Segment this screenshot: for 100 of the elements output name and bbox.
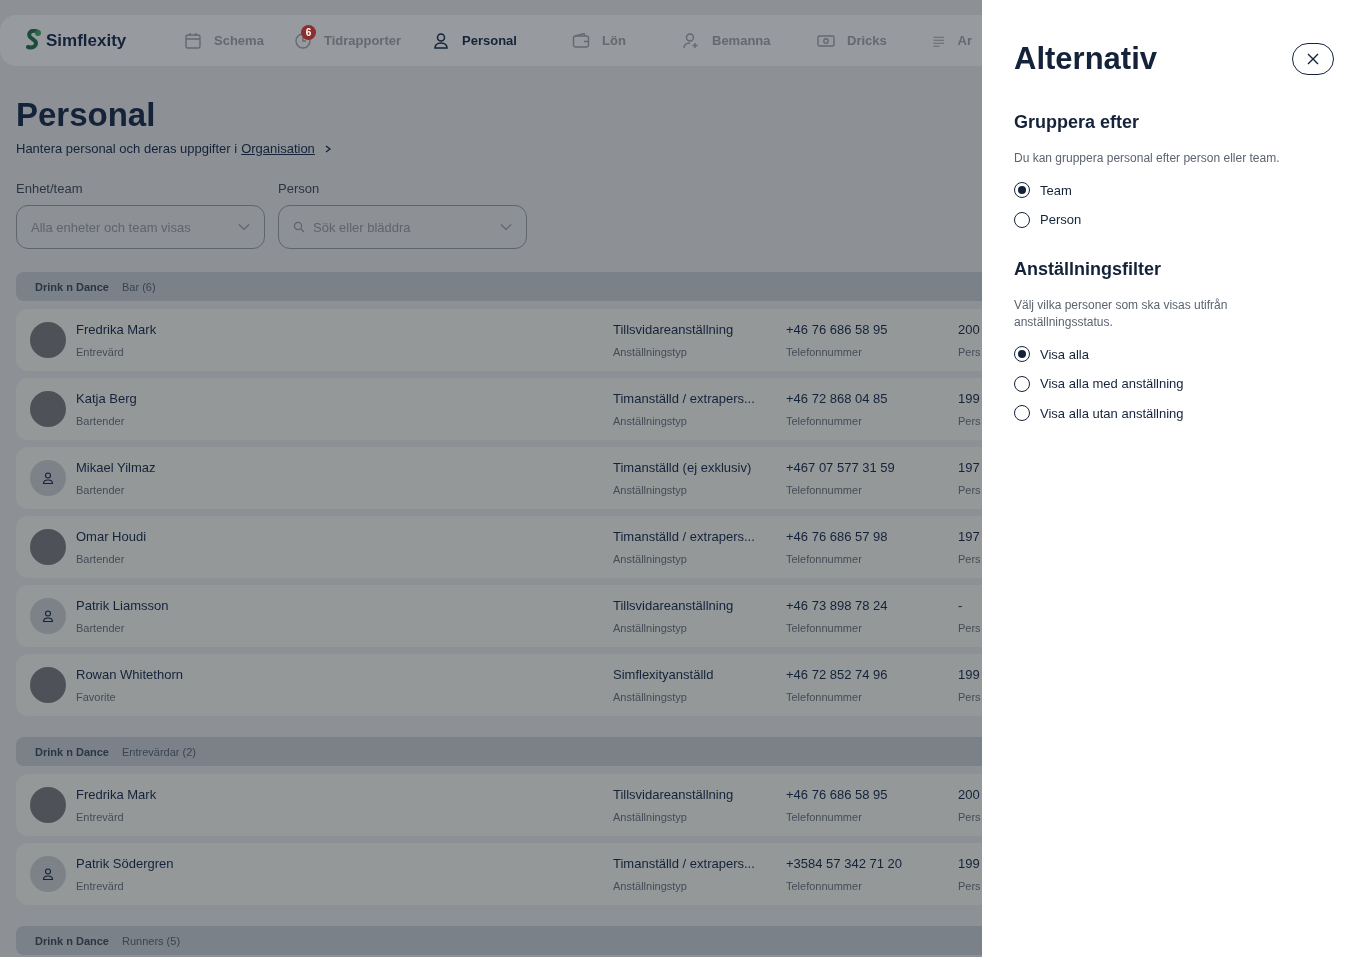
group-team: Entrevärdar (2): [121, 744, 196, 760]
page-subtitle: Hantera personal och deras uppgifter i: [16, 140, 238, 159]
radio-option[interactable]: Visa alla med anställning: [1014, 374, 1323, 394]
page-title: Personal: [16, 95, 157, 135]
column-3-label: Pers: [958, 551, 982, 567]
phone-number: +46 76 686 57 98: [786, 528, 889, 547]
group-unit: Drink n Dance: [35, 744, 109, 760]
option-label: Visa alla: [1040, 345, 1089, 364]
field-label: Person: [278, 179, 321, 198]
group-unit: Drink n Dance: [35, 279, 109, 295]
employment-type: Tillsvidareanställning: [613, 786, 735, 805]
person-icon: [42, 610, 54, 623]
phone-label: Telefonnummer: [786, 482, 863, 498]
phone-label: Telefonnummer: [786, 809, 863, 825]
person-plus-icon: [682, 31, 700, 50]
wallet-icon: [572, 31, 590, 50]
phone-label: Telefonnummer: [786, 344, 863, 360]
employment-type: Timanställd (ej exklusiv): [613, 459, 753, 478]
person-row[interactable]: Fredrika Mark Entrevärd Tillsvidareanställning Anställningstyp +46 76 686 58 95 Telefonnummer 200 Pers: [16, 774, 982, 837]
column-3-label: Pers: [958, 482, 982, 498]
person-name: Fredrika Mark: [76, 321, 158, 340]
radio-option[interactable]: Visa alla utan anställning: [1014, 403, 1323, 423]
phone-label: Telefonnummer: [786, 689, 863, 705]
employment-type: Tillsvidareanställning: [613, 597, 735, 616]
employment-type-label: Anställningstyp: [613, 689, 688, 705]
employment-type: Simflexityanställd: [613, 666, 715, 685]
phone-label: Telefonnummer: [786, 551, 863, 567]
person-row[interactable]: Omar Houdi Bartender Timanställd / extrapers... Anställningstyp +46 76 686 57 98 Telefonnummer 197 Pers: [16, 516, 982, 579]
notification-badge: 6: [301, 24, 316, 40]
column-3-value: 199: [958, 390, 981, 409]
person-row[interactable]: Fredrika Mark Entrevärd Tillsvidareanställning Anställningstyp +46 76 686 58 95 Telefonnummer 200 Pers: [16, 309, 982, 372]
employment-type-label: Anställningstyp: [613, 809, 688, 825]
radio-option[interactable]: Team: [1014, 180, 1323, 200]
option-label: Visa alla med anställning: [1040, 375, 1184, 393]
employment-type-label: Anställningstyp: [613, 878, 688, 894]
section-description: Välj vilka personer som ska visas utifrån anställningsstatus.: [1014, 296, 1229, 331]
employment-type: Timanställd / extrapers...: [613, 528, 756, 547]
phone-number: +46 73 898 78 24: [786, 597, 889, 616]
person-name: Rowan Whitethorn: [76, 666, 184, 685]
employment-type: Tillsvidareanställning: [613, 321, 735, 340]
person-name: Fredrika Mark: [76, 786, 158, 805]
person-name: Patrik Södergren: [76, 855, 175, 874]
phone-number: +467 07 577 31 59: [786, 459, 896, 478]
section-heading: Gruppera efter: [1014, 110, 1141, 134]
radio-option[interactable]: Person: [1014, 210, 1323, 230]
section-heading: Anställningsfilter: [1014, 257, 1162, 281]
column-3-value: 200: [958, 321, 981, 340]
person-row[interactable]: Patrik Liamsson Bartender Tillsvidareanställning Anställningstyp +46 73 898 78 24 Telefonnummer - Pers: [16, 585, 982, 648]
search-icon: [293, 221, 305, 234]
group-team: Runners (5): [121, 933, 181, 949]
person-icon: [42, 868, 54, 881]
person-role: Bartender: [76, 413, 126, 429]
person-name: Omar Houdi: [76, 528, 148, 547]
option-label: Visa alla utan anställning: [1040, 404, 1184, 423]
person-role: Favorite: [76, 689, 117, 705]
column-3-value: 197: [958, 528, 981, 547]
column-3-label: Pers: [958, 413, 982, 429]
person-name: Mikael Yilmaz: [76, 459, 157, 478]
column-3-value: 199: [958, 855, 981, 874]
person-row[interactable]: Mikael Yilmaz Bartender Timanställd (ej exklusiv) Anställningstyp +467 07 577 31 59 Telefonnummer 197 Pers: [16, 447, 982, 510]
option-label: Team: [1040, 181, 1072, 200]
group-unit: Drink n Dance: [35, 933, 109, 949]
drawer-title: Alternativ: [1014, 40, 1157, 78]
option-label: Person: [1040, 211, 1082, 229]
person-name: Katja Berg: [76, 390, 138, 409]
person-role: Entrevärd: [76, 344, 125, 360]
phone-number: +46 76 686 58 95: [786, 321, 889, 340]
person-role: Bartender: [76, 482, 126, 498]
employment-type-label: Anställningstyp: [613, 482, 688, 498]
employment-type-label: Anställningstyp: [613, 551, 688, 567]
employment-type: Timanställd / extrapers...: [613, 390, 756, 409]
column-3-label: Pers: [958, 809, 982, 825]
employment-type-label: Anställningstyp: [613, 620, 688, 636]
column-3-value: 197: [958, 459, 981, 478]
person-name: Patrik Liamsson: [76, 597, 170, 616]
person-row[interactable]: Katja Berg Bartender Timanställd / extrapers... Anställningstyp +46 72 868 04 85 Telefonnummer 199 Pers: [16, 378, 982, 441]
group-team: Bar (6): [121, 279, 156, 295]
phone-number: +3584 57 342 71 20: [786, 855, 904, 874]
person-icon: [42, 472, 54, 485]
employment-type: Timanställd / extrapers...: [613, 855, 756, 874]
phone-number: +46 72 868 04 85: [786, 390, 889, 409]
calendar-icon: [184, 31, 202, 50]
close-icon: [1307, 53, 1319, 66]
person-icon: [432, 31, 450, 50]
phone-number: +46 76 686 58 95: [786, 786, 889, 805]
person-role: Entrevärd: [76, 809, 125, 825]
nav-tab[interactable]: Personal: [432, 24, 572, 57]
column-3-label: Pers: [958, 344, 982, 360]
column-3-value: 200: [958, 786, 981, 805]
column-3-value: 199: [958, 666, 981, 685]
column-3-label: Pers: [958, 620, 982, 636]
phone-label: Telefonnummer: [786, 878, 863, 894]
organisation-link[interactable]: Organisation: [241, 139, 315, 159]
column-3-value: -: [958, 597, 964, 616]
radio-option[interactable]: Visa alla: [1014, 344, 1323, 364]
phone-label: Telefonnummer: [786, 620, 863, 636]
person-row[interactable]: Rowan Whitethorn Favorite Simflexityanställd Anställningstyp +46 72 852 74 96 Telefonnummer 199 Pers: [16, 654, 982, 717]
person-row[interactable]: Patrik Södergren Entrevärd Timanställd / extrapers... Anställningstyp +3584 57 342 71 20 Telefonnummer 199 Pers: [16, 843, 982, 906]
phone-label: Telefonnummer: [786, 413, 863, 429]
employment-type-label: Anställningstyp: [613, 344, 688, 360]
